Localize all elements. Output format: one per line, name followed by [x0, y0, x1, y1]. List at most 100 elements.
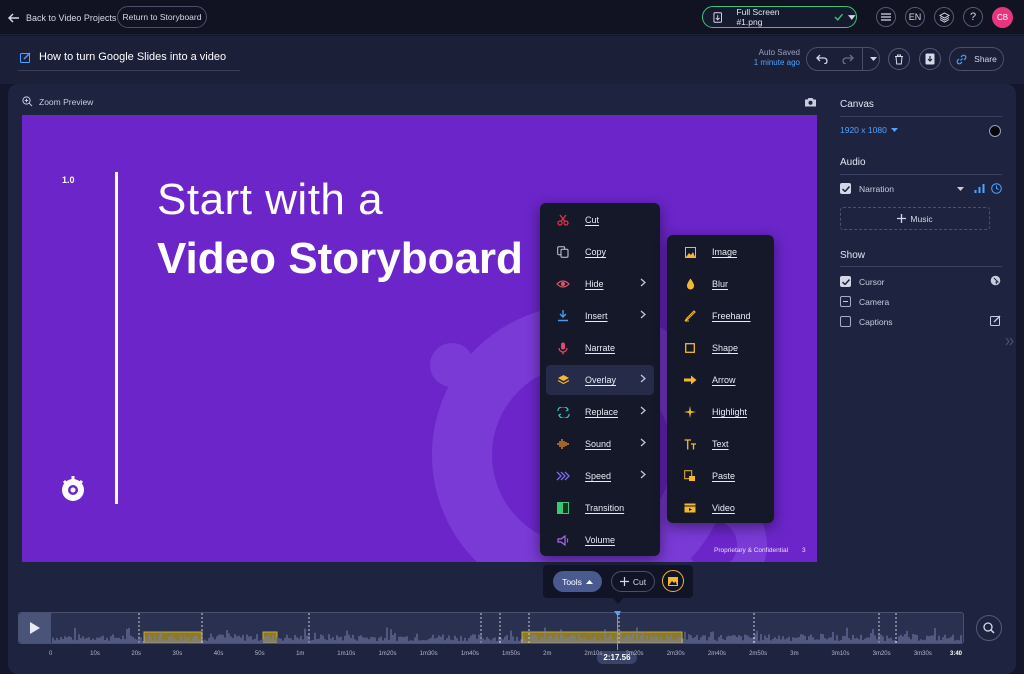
play-button[interactable] — [19, 613, 51, 643]
edit-icon[interactable] — [990, 315, 1001, 326]
timeline-tick-label: 30s — [172, 651, 183, 657]
double-chevron-right-icon[interactable] — [1005, 337, 1014, 346]
image-icon — [668, 576, 678, 586]
menu-item-cut[interactable]: Cut — [546, 205, 654, 235]
partial-mark — [843, 300, 848, 303]
playhead-marker-icon[interactable] — [614, 611, 621, 616]
timeline-tick-label: 3:40 — [950, 651, 963, 657]
quick-overlay-button[interactable] — [662, 570, 684, 592]
add-music-button[interactable]: Music — [840, 207, 990, 230]
export-button[interactable] — [919, 48, 941, 70]
brand-logo-icon — [62, 476, 84, 501]
text-icon — [683, 437, 697, 451]
overlay-item-text[interactable]: Text — [673, 429, 768, 459]
timeline-tick-label: 2m40s — [707, 651, 726, 657]
camera-snapshot-icon[interactable] — [804, 97, 817, 107]
menu-item-hide[interactable]: Hide — [546, 269, 654, 299]
show-divider — [840, 266, 1002, 267]
search-icon — [983, 622, 995, 634]
background-color-swatch[interactable] — [989, 125, 1001, 137]
slide-divider — [115, 172, 118, 504]
back-to-projects-button[interactable]: Back to Video Projects — [8, 8, 116, 28]
tools-toggle-button[interactable]: Tools — [553, 571, 602, 592]
language-button[interactable]: EN — [905, 7, 925, 27]
chevron-right-icon — [640, 438, 646, 447]
overlay-segment[interactable] — [521, 631, 683, 643]
user-avatar[interactable]: CB — [992, 7, 1013, 28]
menu-button[interactable] — [876, 7, 896, 27]
timeline-zoom-button[interactable] — [976, 615, 1002, 641]
overlay-label: Blur — [712, 279, 729, 289]
playhead-line[interactable] — [617, 612, 618, 650]
caret-down-icon[interactable] — [870, 57, 877, 61]
layers-icon — [556, 373, 570, 387]
caret-up-icon — [585, 579, 593, 584]
blur-drop-icon — [683, 277, 697, 291]
clock-icon[interactable] — [991, 183, 1002, 194]
file-selector[interactable]: Full Screen #1.png — [702, 6, 857, 28]
cursor-checkbox[interactable] — [840, 276, 851, 287]
timeline-tick-label: 2m10s — [584, 651, 603, 657]
audio-heading: Audio — [840, 157, 866, 168]
overlay-item-arrow[interactable]: Arrow — [673, 365, 768, 395]
menu-item-overlay[interactable]: Overlay — [546, 365, 654, 395]
language-label: EN — [908, 12, 922, 22]
overlay-item-paste[interactable]: Paste — [673, 461, 768, 491]
caret-down-icon[interactable] — [957, 187, 964, 191]
zoom-preview-button[interactable]: Zoom Preview — [22, 96, 93, 107]
return-to-storyboard-button[interactable]: Return to Storyboard — [117, 6, 207, 28]
cursor-settings-icon[interactable] — [990, 275, 1001, 286]
arrow-icon — [683, 373, 697, 387]
check-icon — [841, 185, 850, 192]
chevron-right-icon — [640, 278, 646, 287]
menu-item-narrate[interactable]: Narrate — [546, 333, 654, 363]
slide-number: 1.0 — [62, 175, 75, 185]
project-title[interactable]: How to turn Google Slides into a video — [39, 51, 226, 63]
share-button[interactable]: Share — [949, 47, 1004, 71]
edit-icon[interactable] — [20, 52, 31, 63]
redo-icon[interactable] — [842, 54, 854, 64]
tools-menu: Cut Copy Hide Insert Narrate Overlay Rep… — [540, 203, 660, 556]
slide-heading-line2: Video Storyboard — [157, 234, 523, 283]
square-icon — [683, 341, 697, 355]
chevron-right-icon — [640, 470, 646, 479]
delete-button[interactable] — [888, 48, 910, 70]
caret-down-icon — [890, 128, 898, 132]
menu-item-sound[interactable]: Sound — [546, 429, 654, 459]
timeline-tick-label: 1m40s — [460, 651, 479, 657]
menu-item-replace[interactable]: Replace — [546, 397, 654, 427]
menu-item-transition[interactable]: Transition — [546, 493, 654, 523]
overlay-item-image[interactable]: Image — [673, 237, 768, 267]
audio-levels-icon[interactable] — [974, 183, 985, 194]
overlay-item-freehand[interactable]: Freehand — [673, 301, 768, 331]
overlay-label: Arrow — [712, 375, 736, 385]
help-button[interactable]: ? — [963, 7, 983, 27]
captions-label: Captions — [859, 317, 893, 327]
undo-icon[interactable] — [816, 54, 828, 64]
menu-label: Insert — [585, 311, 608, 321]
overlay-item-shape[interactable]: Shape — [673, 333, 768, 363]
narration-checkbox[interactable] — [840, 183, 851, 194]
menu-item-copy[interactable]: Copy — [546, 237, 654, 267]
quick-cut-button[interactable]: Cut — [611, 571, 655, 592]
menu-item-speed[interactable]: Speed — [546, 461, 654, 491]
overlay-item-blur[interactable]: Blur — [673, 269, 768, 299]
timeline-tick-label: 3m20s — [872, 651, 891, 657]
menu-label: Cut — [585, 215, 600, 225]
overlay-item-highlight[interactable]: Highlight — [673, 397, 768, 427]
menu-item-volume[interactable]: Volume — [546, 525, 654, 555]
pointer-caret-icon — [612, 597, 624, 604]
camera-checkbox[interactable] — [840, 296, 851, 307]
timeline-tick-label: 2m — [543, 651, 552, 657]
timeline-track[interactable] — [18, 612, 964, 644]
timeline-tick-label: 3m30s — [913, 651, 932, 657]
music-label: Music — [910, 213, 933, 224]
resolution-dropdown[interactable]: 1920 x 1080 — [840, 125, 898, 135]
microphone-icon — [556, 341, 570, 355]
timeline-tick-label: 20s — [131, 651, 142, 657]
layers-button[interactable] — [934, 7, 954, 27]
overlay-label: Freehand — [712, 311, 751, 321]
menu-item-insert[interactable]: Insert — [546, 301, 654, 331]
overlay-item-video[interactable]: Video — [673, 493, 768, 523]
captions-checkbox[interactable] — [840, 316, 851, 327]
